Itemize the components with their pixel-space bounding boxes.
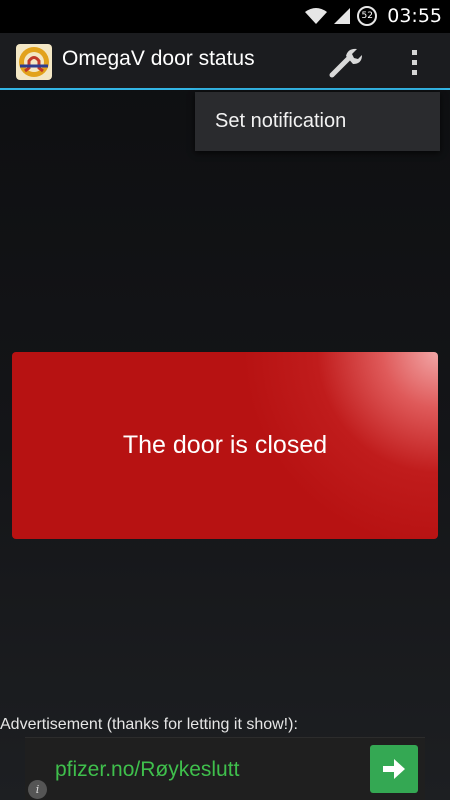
menu-item-set-notification[interactable]: Set notification	[215, 110, 440, 133]
arrow-right-icon	[383, 759, 405, 779]
overflow-menu-icon[interactable]	[400, 44, 428, 80]
ad-go-button[interactable]	[370, 745, 418, 793]
battery-level: 52	[361, 11, 373, 21]
screen: 52 03:55 OmegaV door status Set notifica…	[0, 0, 450, 800]
status-bar: 52 03:55	[0, 0, 450, 33]
wifi-icon	[305, 8, 328, 24]
door-status-panel[interactable]: The door is closed	[12, 352, 438, 539]
battery-icon: 52	[357, 6, 378, 26]
signal-icon	[334, 8, 351, 24]
popup-menu: Set notification	[195, 92, 440, 151]
action-bar: OmegaV door status	[0, 33, 450, 90]
app-title: OmegaV door status	[62, 47, 255, 70]
door-status-text: The door is closed	[122, 431, 328, 459]
info-icon[interactable]: i	[28, 780, 47, 799]
app-logo-icon[interactable]	[16, 44, 52, 80]
status-clock: 03:55	[387, 5, 442, 27]
status-icons: 52 03:55	[305, 5, 442, 27]
ad-caption: Advertisement (thanks for letting it sho…	[0, 716, 298, 733]
ad-link[interactable]: pfizer.no/Røykeslutt	[55, 758, 239, 782]
ad-banner[interactable]: pfizer.no/Røykeslutt i	[25, 737, 425, 800]
wrench-icon[interactable]	[326, 44, 364, 80]
